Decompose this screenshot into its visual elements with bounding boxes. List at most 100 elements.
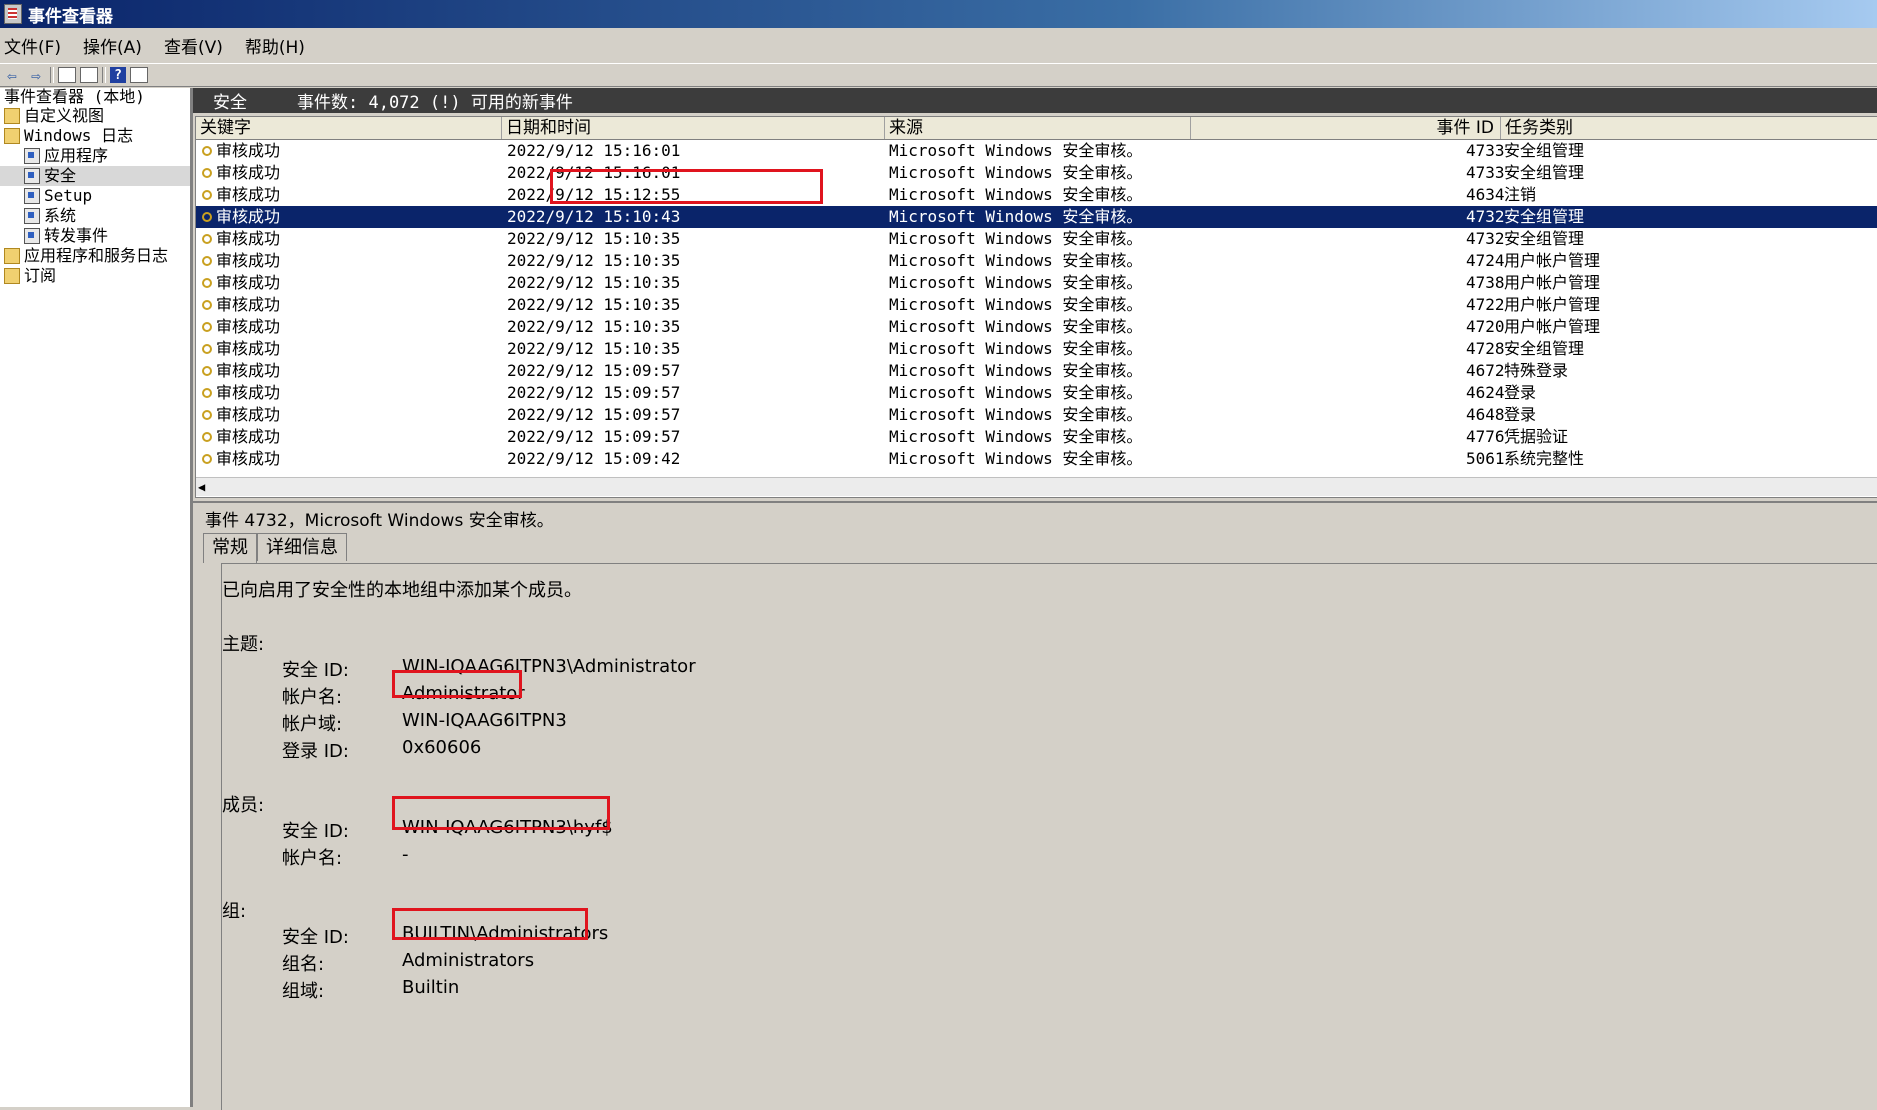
help-icon[interactable]: ?: [110, 67, 126, 83]
highlight-box-datetime: [550, 169, 823, 204]
key-icon: [202, 344, 212, 354]
tree-item[interactable]: 系统: [0, 206, 190, 226]
cell-source: Microsoft Windows 安全审核。: [889, 427, 1143, 446]
table-row[interactable]: 审核成功 2022/9/12 15:12:55 Microsoft Windows …: [196, 184, 1877, 206]
table-row[interactable]: 审核成功 2022/9/12 15:09:57 Microsoft Windows …: [196, 360, 1877, 382]
table-row[interactable]: 审核成功 2022/9/12 15:10:35 Microsoft Windows …: [196, 338, 1877, 360]
up-folder-icon[interactable]: [58, 67, 76, 83]
tree-item[interactable]: 事件查看器 (本地): [0, 87, 190, 106]
menu-help[interactable]: 帮助(H): [245, 33, 305, 58]
key-icon: [202, 366, 212, 376]
column-source[interactable]: 来源: [885, 117, 1191, 139]
cell-task: 用户帐户管理: [1504, 317, 1601, 336]
cell-keyword: 审核成功: [216, 207, 281, 226]
tree-item-label: 应用程序和服务日志: [24, 246, 169, 265]
cell-keyword: 审核成功: [216, 273, 281, 292]
table-row[interactable]: 审核成功 2022/9/12 15:09:57 Microsoft Windows …: [196, 382, 1877, 404]
cell-datetime: 2022/9/12 15:10:35: [507, 317, 681, 336]
cell-source: Microsoft Windows 安全审核。: [889, 361, 1143, 380]
table-row[interactable]: 审核成功 2022/9/12 15:10:35 Microsoft Windows …: [196, 316, 1877, 338]
cell-source: Microsoft Windows 安全审核。: [889, 405, 1143, 424]
event-detail-title: 事件 4732，Microsoft Windows 安全审核。: [205, 511, 554, 531]
tree-item-label: 安全: [44, 166, 77, 185]
tree-item[interactable]: 自定义视图: [0, 106, 190, 126]
cell-keyword: 审核成功: [216, 427, 281, 446]
cell-id: 4648: [1466, 405, 1505, 424]
cell-keyword: 审核成功: [216, 317, 281, 336]
member-value: -: [402, 844, 409, 865]
tree-item[interactable]: 订阅: [0, 266, 190, 286]
log-name: 安全: [213, 93, 247, 113]
column-datetime[interactable]: 日期和时间: [502, 117, 885, 139]
table-row[interactable]: 审核成功 2022/9/12 15:16:01 Microsoft Windows …: [196, 140, 1877, 162]
cell-datetime: 2022/9/12 15:09:57: [507, 405, 681, 424]
tree-item[interactable]: 应用程序和服务日志: [0, 246, 190, 266]
table-row[interactable]: 审核成功 2022/9/12 15:10:35 Microsoft Windows …: [196, 294, 1877, 316]
tab-general[interactable]: 常规: [203, 533, 257, 563]
column-task-category[interactable]: 任务类别: [1501, 117, 1877, 139]
cell-id: 5061: [1466, 449, 1505, 468]
show-hide-tree-icon[interactable]: [80, 67, 98, 83]
table-row[interactable]: 审核成功 2022/9/12 15:10:35 Microsoft Windows …: [196, 250, 1877, 272]
tree-item[interactable]: Windows 日志: [0, 126, 190, 146]
cell-source: Microsoft Windows 安全审核。: [889, 163, 1143, 182]
menu-view[interactable]: 查看(V): [164, 33, 223, 58]
table-row[interactable]: 审核成功 2022/9/12 15:16:01 Microsoft Windows …: [196, 162, 1877, 184]
cell-datetime: 2022/9/12 15:10:35: [507, 339, 681, 358]
table-row[interactable]: 审核成功 2022/9/12 15:09:57 Microsoft Windows …: [196, 404, 1877, 426]
cell-source: Microsoft Windows 安全审核。: [889, 317, 1143, 336]
log-icon: [24, 228, 40, 244]
cell-keyword: 审核成功: [216, 185, 281, 204]
menu-file[interactable]: 文件(F): [4, 33, 61, 58]
cell-datetime: 2022/9/12 15:10:35: [507, 251, 681, 270]
action-pane-icon[interactable]: [130, 67, 148, 83]
tab-details[interactable]: 详细信息: [257, 533, 347, 561]
menu-action[interactable]: 操作(A): [83, 33, 142, 58]
cell-task: 登录: [1504, 383, 1537, 402]
subscription-icon: [4, 268, 20, 284]
cell-datetime: 2022/9/12 15:09:57: [507, 427, 681, 446]
table-row[interactable]: 审核成功 2022/9/12 15:10:35 Microsoft Windows …: [196, 228, 1877, 250]
key-icon: [202, 168, 212, 178]
group-value: Builtin: [402, 977, 460, 998]
key-icon: [202, 454, 212, 464]
event-rows: 审核成功 2022/9/12 15:16:01 Microsoft Windows …: [196, 140, 1877, 470]
cell-task: 安全组管理: [1504, 229, 1585, 248]
forward-arrow-icon[interactable]: ⇨: [26, 66, 46, 85]
table-row[interactable]: 审核成功 2022/9/12 15:10:35 Microsoft Windows …: [196, 272, 1877, 294]
cell-datetime: 2022/9/12 15:09:42: [507, 449, 681, 468]
cell-id: 4738: [1466, 273, 1505, 292]
table-row[interactable]: 审核成功 2022/9/12 15:09:42 Microsoft Windows …: [196, 448, 1877, 470]
highlight-box-member-sid: [392, 796, 610, 830]
cell-id: 4672: [1466, 361, 1505, 380]
cell-source: Microsoft Windows 安全审核。: [889, 207, 1143, 226]
tree-item-label: 系统: [44, 206, 77, 225]
table-row[interactable]: 审核成功 2022/9/12 15:09:57 Microsoft Windows …: [196, 426, 1877, 448]
scroll-left-icon[interactable]: ◀: [198, 480, 205, 494]
cell-datetime: 2022/9/12 15:10:35: [507, 229, 681, 248]
cell-source: Microsoft Windows 安全审核。: [889, 251, 1143, 270]
tree-item[interactable]: 应用程序: [0, 146, 190, 166]
cell-task: 安全组管理: [1504, 207, 1585, 226]
cell-keyword: 审核成功: [216, 383, 281, 402]
cell-source: Microsoft Windows 安全审核。: [889, 339, 1143, 358]
column-event-id[interactable]: 事件 ID: [1191, 117, 1501, 139]
cell-task: 安全组管理: [1504, 141, 1585, 160]
cell-id: 4733: [1466, 141, 1505, 160]
tree-item[interactable]: Setup: [0, 186, 190, 206]
tree-item[interactable]: 安全: [0, 166, 190, 186]
horizontal-scrollbar[interactable]: ◀: [196, 477, 1877, 496]
event-detail-pane: 事件 4732，Microsoft Windows 安全审核。 常规 详细信息 …: [193, 501, 1877, 1110]
cell-task: 用户帐户管理: [1504, 273, 1601, 292]
tree-item-label: 转发事件: [44, 226, 109, 245]
event-list: 关键字 日期和时间 来源 事件 ID 任务类别 审核成功 2022/9/12 15…: [195, 116, 1877, 498]
back-arrow-icon[interactable]: ⇦: [2, 66, 22, 85]
column-keyword[interactable]: 关键字: [196, 117, 502, 139]
tree-item[interactable]: 转发事件: [0, 226, 190, 246]
title-bar: 事件查看器: [0, 0, 1877, 28]
subject-label: 登录 ID:: [282, 741, 349, 762]
cell-keyword: 审核成功: [216, 339, 281, 358]
navigation-tree: 事件查看器 (本地) 自定义视图 Windows 日志 应用程序 安全 Setup 系统 转发…: [0, 87, 193, 1107]
subject-value: WIN-IQAAG6ITPN3: [402, 710, 567, 731]
table-row[interactable]: 审核成功 2022/9/12 15:10:43 Microsoft Windows …: [196, 206, 1877, 228]
